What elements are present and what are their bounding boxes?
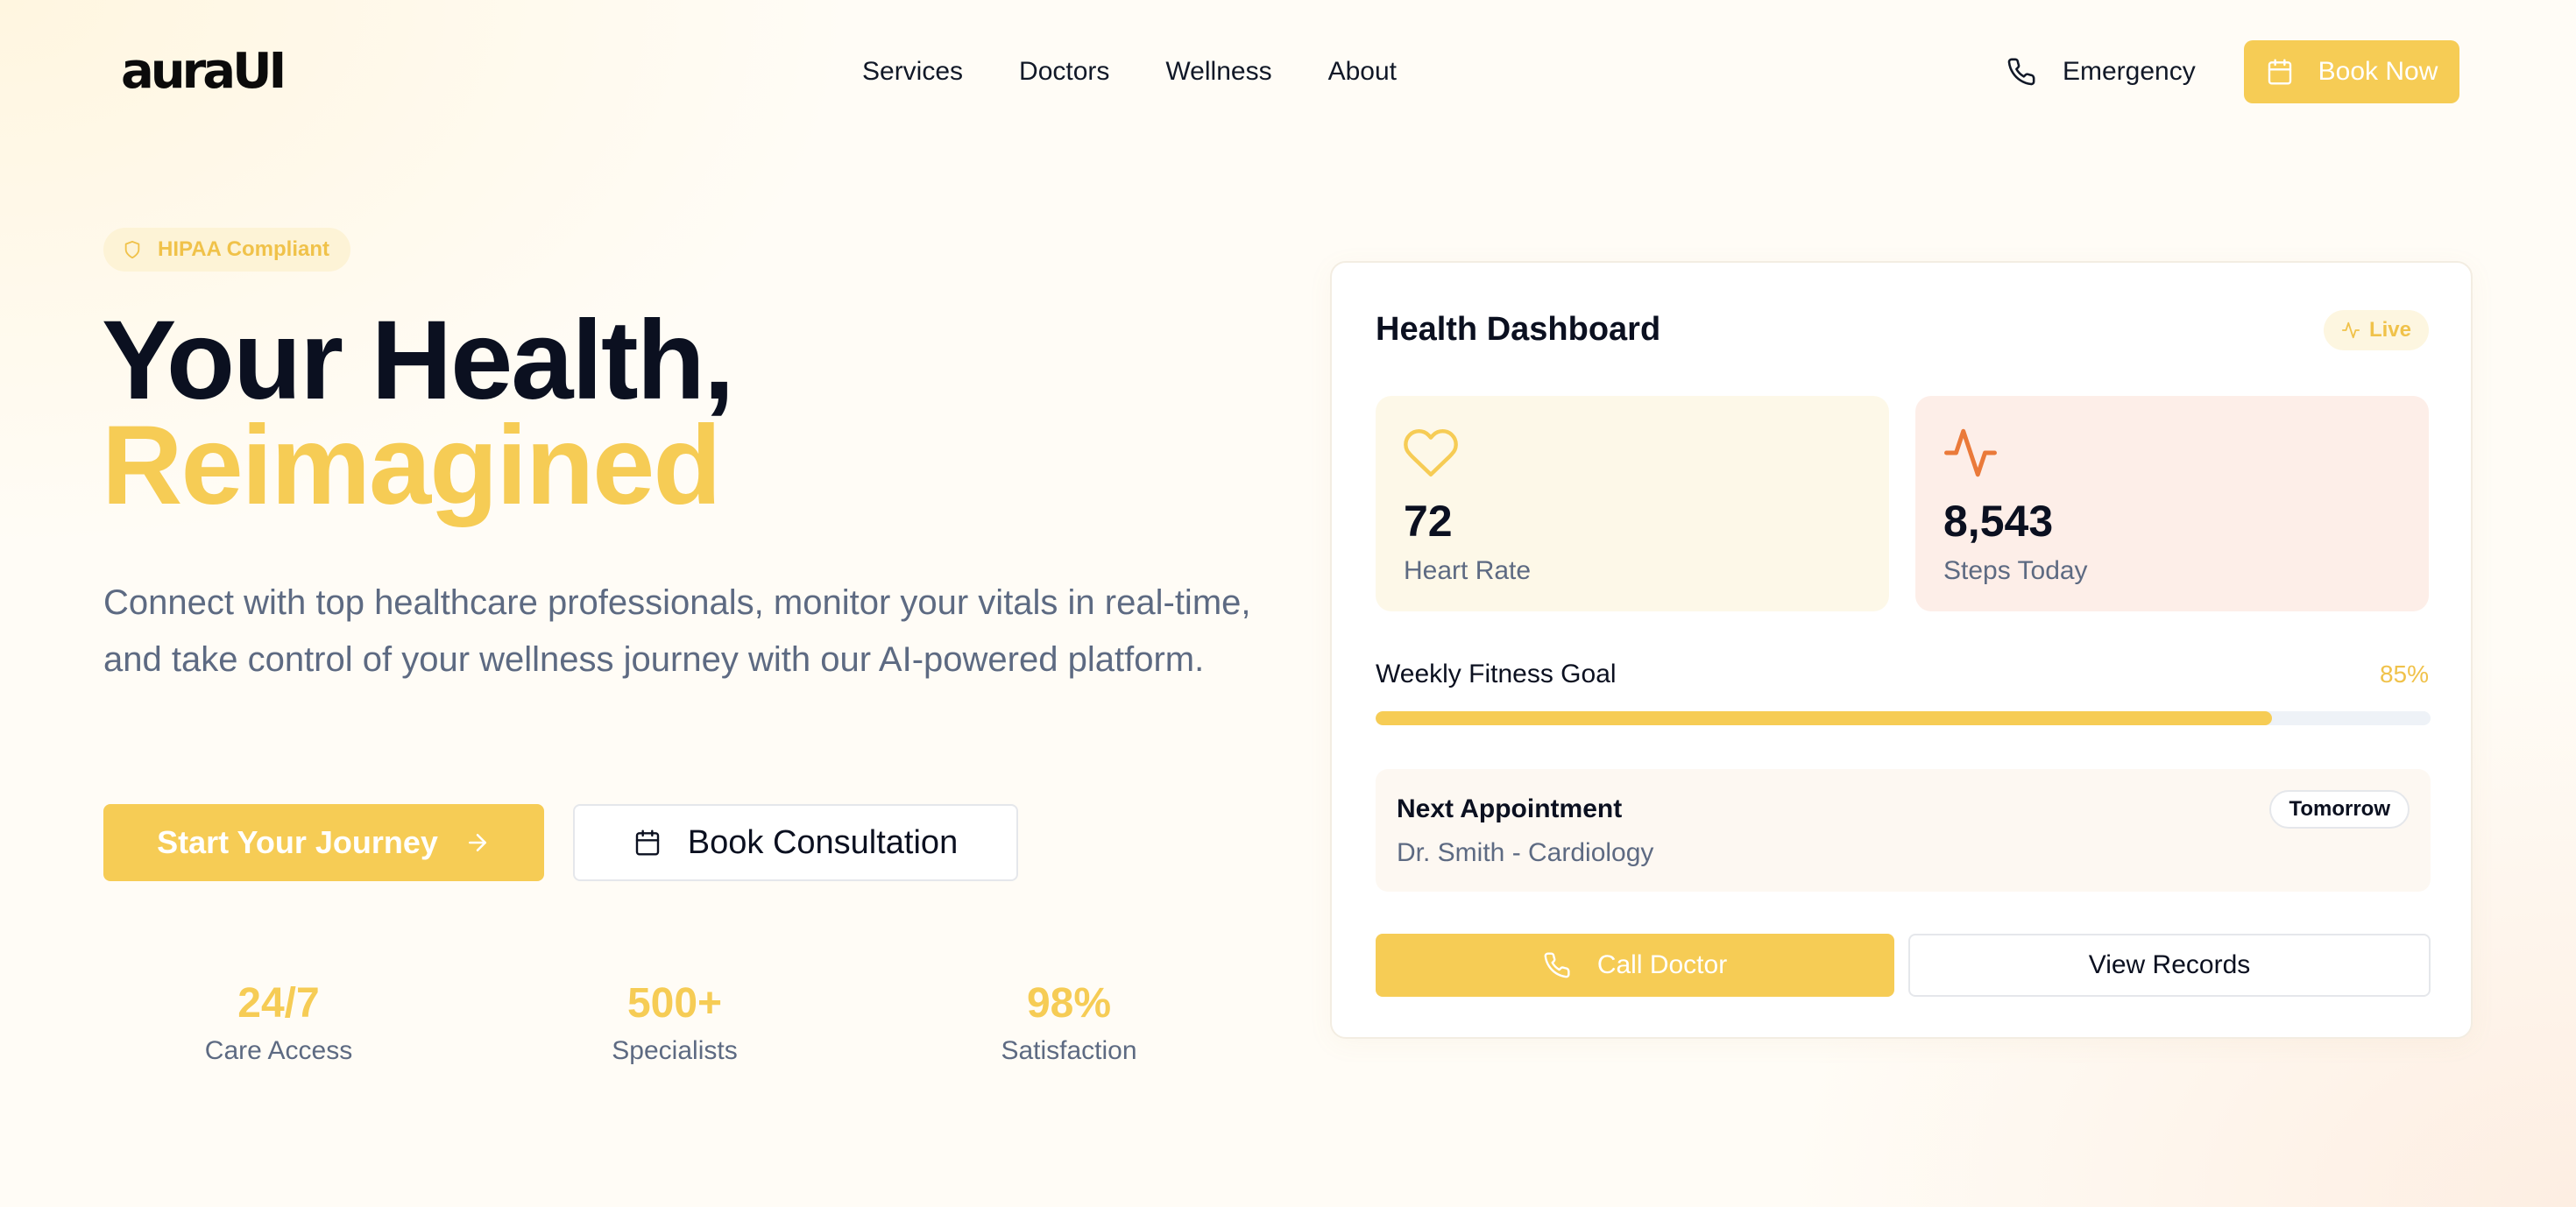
stat-care-access: 24/7 Care Access [138, 978, 419, 1070]
hero-headline: Your Health, Reimagined [102, 298, 734, 528]
book-now-button[interactable]: Book Now [2244, 40, 2459, 103]
appointment-date-badge: Tomorrow [2269, 790, 2410, 829]
activity-icon [1942, 424, 1999, 482]
nav-link-doctors[interactable]: Doctors [1019, 53, 1109, 91]
logo[interactable]: auraUI [121, 44, 287, 100]
hipaa-badge: HIPAA Compliant [103, 228, 350, 272]
stat-label: Satisfaction [1001, 1036, 1137, 1065]
steps-label: Steps Today [1943, 556, 2088, 585]
progress-fill [1376, 711, 2273, 725]
steps-value: 8,543 [1943, 497, 2054, 546]
live-badge: Live [2323, 310, 2429, 350]
stat-label: Care Access [204, 1036, 353, 1065]
fitness-goal-label: Weekly Fitness Goal [1376, 660, 1617, 688]
emergency-link[interactable]: Emergency [2006, 53, 2196, 91]
heart-rate-label: Heart Rate [1404, 556, 1532, 585]
steps-tile: 8,543 Steps Today [1915, 396, 2429, 611]
appointment-detail: Dr. Smith - Cardiology [1397, 838, 1654, 867]
view-records-label: View Records [2088, 950, 2251, 979]
book-consultation-button[interactable]: Book Consultation [573, 804, 1018, 881]
stat-value: 500+ [626, 980, 723, 1027]
call-doctor-label: Call Doctor [1596, 950, 1728, 979]
hipaa-badge-label: HIPAA Compliant [158, 237, 329, 261]
view-records-button[interactable]: View Records [1908, 934, 2431, 997]
nav-link-wellness[interactable]: Wellness [1165, 53, 1271, 91]
calendar-icon [633, 829, 662, 857]
stat-specialists: 500+ Specialists [534, 978, 815, 1070]
headline-line-2: Reimagined [102, 403, 722, 528]
live-label: Live [2368, 318, 2411, 342]
top-nav: auraUI Services Doctors Wellness About E… [0, 0, 2576, 144]
heart-rate-value: 72 [1404, 497, 1453, 546]
stat-value: 24/7 [237, 980, 320, 1027]
stat-satisfaction: 98% Satisfaction [929, 978, 1209, 1070]
nav-link-services[interactable]: Services [862, 53, 963, 91]
nav-link-about[interactable]: About [1328, 53, 1397, 91]
next-appointment-panel[interactable]: Next Appointment Dr. Smith - Cardiology … [1376, 769, 2431, 892]
emergency-label: Emergency [2063, 57, 2196, 86]
fitness-goal-progress-bar [1376, 711, 2431, 725]
arrow-right-icon [464, 829, 491, 856]
fitness-goal-percent: 85% [2379, 660, 2429, 688]
hero-subtext: Connect with top healthcare professional… [103, 583, 1251, 679]
activity-icon [2341, 321, 2360, 340]
stat-value: 98% [1026, 980, 1112, 1027]
heart-icon [1402, 424, 1460, 482]
phone-icon [1543, 951, 1571, 979]
call-doctor-button[interactable]: Call Doctor [1376, 934, 1894, 997]
headline-line-1: Your Health, [102, 298, 734, 423]
health-dashboard-card: Health Dashboard Live 72 Heart Rate 8,54… [1330, 261, 2473, 1039]
shield-icon [123, 240, 142, 259]
start-journey-label: Start Your Journey [157, 824, 438, 860]
heart-rate-tile: 72 Heart Rate [1376, 396, 1889, 611]
phone-icon [2006, 57, 2036, 87]
dashboard-title: Health Dashboard [1376, 311, 1661, 348]
book-consultation-label: Book Consultation [687, 823, 959, 861]
appointment-title: Next Appointment [1397, 794, 1623, 823]
calendar-icon [2266, 58, 2294, 86]
nav-links: Services Doctors Wellness About [862, 53, 1397, 91]
book-now-label: Book Now [2318, 57, 2438, 86]
start-journey-button[interactable]: Start Your Journey [103, 804, 544, 881]
stat-label: Specialists [612, 1036, 738, 1065]
